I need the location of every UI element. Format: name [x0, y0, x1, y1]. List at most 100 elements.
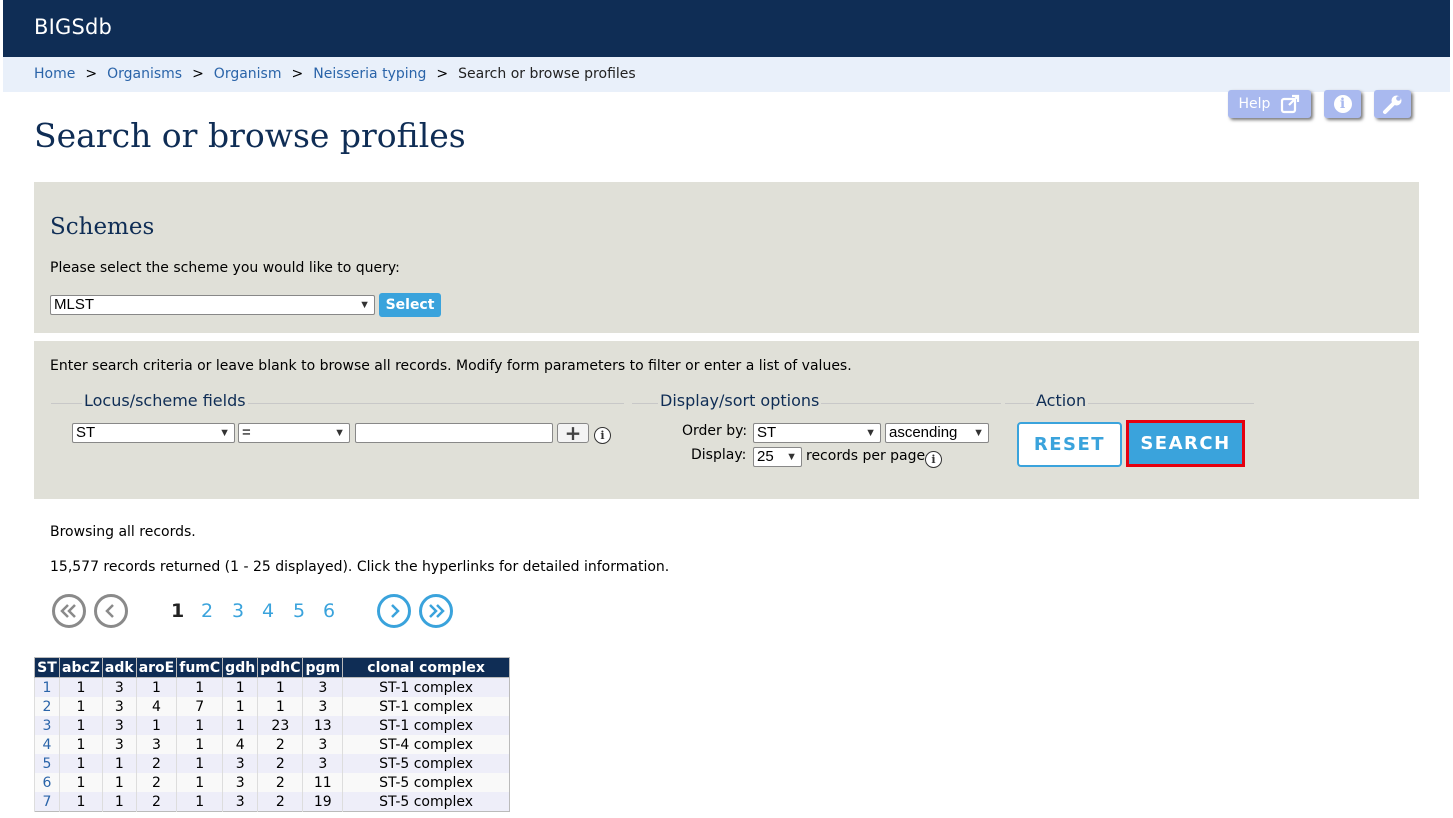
table-cell: 1 — [59, 697, 103, 716]
info-icon[interactable]: i — [594, 427, 611, 444]
reset-button[interactable]: RESET — [1017, 422, 1122, 467]
breadcrumb-separator: > — [436, 66, 449, 82]
table-cell: 1 — [59, 754, 103, 773]
table-cell: 1 — [135, 716, 177, 735]
info-button[interactable]: i — [1324, 90, 1361, 118]
action-legend: Action — [1034, 391, 1089, 410]
st-link[interactable]: 1 — [43, 680, 52, 696]
breadcrumb-separator: > — [192, 66, 204, 82]
column-header-fumc[interactable]: fumC — [176, 657, 224, 678]
breadcrumb-home[interactable]: Home — [34, 66, 75, 82]
search-button[interactable]: SEARCH — [1129, 423, 1242, 464]
add-field-button[interactable]: + — [557, 423, 589, 443]
page-link[interactable]: 5 — [293, 600, 305, 622]
table-cell: 1 — [101, 754, 137, 773]
results-summary: 15,577 records returned (1 - 25 displaye… — [50, 559, 670, 575]
table-cell: 1 — [101, 792, 137, 812]
scheme-select-value: MLST — [54, 296, 95, 313]
table-cell: 1 — [176, 716, 223, 735]
breadcrumb-current: Search or browse profiles — [458, 66, 636, 82]
chevron-down-icon: ▼ — [334, 427, 345, 439]
table-cell-st: 7 — [34, 792, 60, 812]
table-cell: ST-1 complex — [342, 677, 510, 697]
table-cell: 1 — [176, 754, 223, 773]
help-button[interactable]: Help — [1228, 90, 1311, 118]
table-cell: 13 — [302, 716, 343, 735]
per-page-value: 25 — [757, 448, 774, 465]
page-link[interactable]: 2 — [201, 600, 213, 622]
locus-field-value: ST — [76, 424, 96, 441]
table-cell-st: 1 — [34, 677, 60, 697]
table-cell: 1 — [257, 697, 303, 716]
select-scheme-button[interactable]: Select — [379, 293, 441, 317]
tools-button[interactable] — [1374, 90, 1411, 118]
st-link[interactable]: 6 — [43, 775, 52, 791]
column-header-abcz[interactable]: abcZ — [59, 657, 103, 678]
next-page-button[interactable] — [377, 594, 411, 628]
first-page-button[interactable] — [52, 594, 86, 628]
table-cell: 1 — [222, 697, 258, 716]
table-cell: 2 — [135, 754, 177, 773]
st-link[interactable]: 4 — [43, 737, 52, 753]
table-cell: 1 — [59, 677, 103, 697]
page-link[interactable]: 4 — [262, 600, 274, 622]
per-page-select[interactable]: 25 ▼ — [753, 447, 802, 467]
column-header-aroe[interactable]: aroE — [135, 657, 178, 678]
table-cell: 7 — [176, 697, 223, 716]
table-cell: 1 — [257, 677, 303, 697]
help-button-label: Help — [1238, 96, 1271, 112]
table-cell: 1 — [176, 792, 223, 812]
breadcrumb-neisseria-typing[interactable]: Neisseria typing — [313, 66, 426, 82]
table-cell: 3 — [302, 735, 343, 754]
breadcrumb-separator: > — [85, 66, 98, 82]
order-by-select[interactable]: ST ▼ — [753, 423, 881, 443]
table-header-row: ST abcZ adk aroE fumC gdh pdhC pgm clona… — [34, 657, 511, 678]
breadcrumb-separator: > — [291, 66, 304, 82]
breadcrumb: Home > Organisms > Organism > Neisseria typing… — [34, 66, 636, 82]
column-header-gdh[interactable]: gdh — [222, 657, 259, 678]
info-icon[interactable]: i — [925, 451, 942, 468]
search-value-input[interactable] — [355, 423, 553, 443]
column-header-adk[interactable]: adk — [101, 657, 137, 678]
table-cell: ST-1 complex — [342, 697, 510, 716]
table-cell: 3 — [302, 697, 343, 716]
table-cell-st: 3 — [34, 716, 60, 735]
page-link[interactable]: 3 — [232, 600, 244, 622]
table-cell: 23 — [257, 716, 303, 735]
table-cell-st: 5 — [34, 754, 60, 773]
table-row: 6 1 1 2 1 3 2 11 ST-5 complex — [34, 773, 510, 792]
column-header-pgm[interactable]: pgm — [302, 657, 344, 678]
column-header-clonal-complex[interactable]: clonal complex — [342, 657, 511, 678]
table-cell: 2 — [257, 735, 303, 754]
column-header-pdhc[interactable]: pdhC — [257, 657, 304, 678]
table-cell: ST-5 complex — [342, 773, 510, 792]
locus-field-select[interactable]: ST ▼ — [72, 423, 235, 443]
previous-page-button[interactable] — [94, 594, 128, 628]
sort-direction-select[interactable]: ascending ▼ — [885, 423, 989, 443]
search-panel: Enter search criteria or leave blank to … — [34, 341, 1419, 499]
locus-fields-legend: Locus/scheme fields — [82, 391, 248, 410]
st-link[interactable]: 3 — [43, 718, 52, 734]
st-link[interactable]: 5 — [43, 756, 52, 772]
st-link[interactable]: 7 — [43, 794, 52, 810]
chevron-left-icon — [105, 604, 114, 618]
chevron-down-icon: ▼ — [973, 427, 984, 439]
table-cell: 3 — [101, 716, 137, 735]
last-page-button[interactable] — [419, 594, 453, 628]
table-cell: 3 — [135, 735, 177, 754]
brand-title[interactable]: BIGSdb — [34, 15, 112, 39]
page-link[interactable]: 6 — [323, 600, 335, 622]
table-row: 4 1 3 3 1 4 2 3 ST-4 complex — [34, 735, 510, 754]
chevron-down-icon: ▼ — [865, 427, 876, 439]
table-cell: 19 — [302, 792, 343, 812]
breadcrumb-organisms[interactable]: Organisms — [107, 66, 182, 82]
table-cell: 1 — [59, 773, 103, 792]
sort-direction-value: ascending — [889, 424, 958, 441]
table-cell: 3 — [302, 677, 343, 697]
scheme-select[interactable]: MLST ▼ — [50, 295, 375, 315]
operator-select[interactable]: = ▼ — [238, 423, 350, 443]
breadcrumb-organism[interactable]: Organism — [214, 66, 282, 82]
st-link[interactable]: 2 — [43, 699, 52, 715]
table-cell: 1 — [59, 792, 103, 812]
column-header-st[interactable]: ST — [34, 657, 60, 678]
